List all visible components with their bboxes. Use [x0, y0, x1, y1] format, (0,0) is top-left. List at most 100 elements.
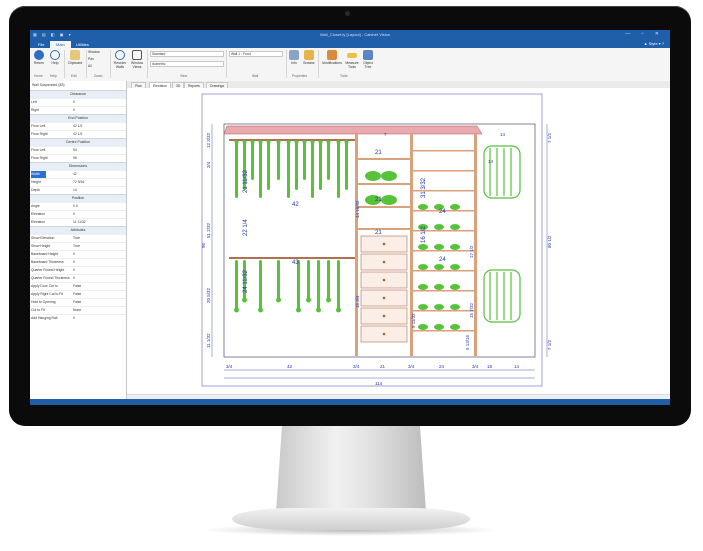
tab-file[interactable]: File: [32, 41, 50, 48]
panel-section-header[interactable]: End Position: [30, 114, 126, 122]
panel-section-header[interactable]: Position: [30, 194, 126, 202]
drawer-knob: [382, 314, 386, 318]
panel-section-header[interactable]: Centre Position: [30, 138, 126, 146]
quick-access-toolbar[interactable]: ▦ ▤ ◧ ▣ ▾: [33, 32, 73, 37]
object-tree-label: Object Tree: [363, 61, 373, 69]
property-value[interactable]: 0.0: [73, 203, 78, 210]
property-value[interactable]: 42 1/2: [73, 131, 82, 138]
help-button[interactable]: Help: [48, 50, 62, 65]
garment: [327, 142, 330, 180]
dim-text: 3/4: [206, 161, 211, 168]
property-row[interactable]: Hold to Opening False: [30, 298, 126, 306]
property-value[interactable]: 0: [73, 267, 75, 274]
property-row[interactable]: Add Hanging Rail 0: [30, 314, 126, 322]
property-value[interactable]: 11 11/32: [73, 219, 86, 226]
property-value[interactable]: 0: [73, 275, 75, 282]
property-value[interactable]: 0: [73, 99, 75, 106]
dim-text: 80 1/2: [547, 235, 552, 248]
property-row[interactable]: Cut to Fit None: [30, 306, 126, 314]
hanger-hook: [250, 140, 255, 144]
measure-tools-button[interactable]: Measure Tools: [344, 50, 360, 69]
property-row[interactable]: Quarter Round Thickness 0: [30, 274, 126, 282]
property-value[interactable]: False: [73, 291, 81, 298]
property-value[interactable]: None: [73, 307, 81, 314]
panel-section-header[interactable]: Dimensions: [30, 162, 126, 170]
zoom-all-button[interactable]: All: [88, 64, 92, 68]
garment: [337, 260, 340, 310]
property-row[interactable]: Floor Left 42 1/2: [30, 122, 126, 130]
property-row[interactable]: Quarter Round Height 0: [30, 266, 126, 274]
property-value[interactable]: False: [73, 299, 81, 306]
object-tree-button[interactable]: Object Tree: [361, 50, 375, 69]
property-row[interactable]: Floor Right 96: [30, 154, 126, 162]
property-value[interactable]: 14: [73, 187, 77, 194]
drawer-knob: [382, 332, 386, 336]
window-views-button[interactable]: Window Views: [129, 50, 145, 69]
modifications-button[interactable]: Modifications: [321, 50, 343, 65]
shelf: [413, 310, 474, 312]
shoe: [434, 264, 444, 270]
property-value[interactable]: 54: [73, 147, 77, 154]
property-value[interactable]: 0: [73, 259, 75, 266]
group-tools: Tools: [340, 74, 348, 78]
group-wall: Wall: [252, 74, 259, 78]
property-value[interactable]: 72 9/16: [73, 179, 84, 186]
property-value[interactable]: 42: [73, 171, 77, 178]
property-value[interactable]: 0: [73, 315, 75, 322]
zoom-pan-button[interactable]: Pan: [88, 57, 94, 61]
property-row[interactable]: Show Height True: [30, 242, 126, 250]
clipboard-button[interactable]: Clipboard: [66, 50, 84, 65]
style-select[interactable]: Standard: [150, 51, 224, 57]
return-button[interactable]: Return: [32, 50, 46, 65]
property-value[interactable]: 0: [73, 107, 75, 114]
property-row[interactable]: Right 0: [30, 106, 126, 114]
property-row[interactable]: Baseboard Thickness 0: [30, 258, 126, 266]
property-row[interactable]: Left 0: [30, 98, 126, 106]
panel-section-header[interactable]: Attributes: [30, 226, 126, 234]
property-row[interactable]: Elevation 11 11/32: [30, 218, 126, 226]
property-row[interactable]: Elevation 0: [30, 210, 126, 218]
property-value[interactable]: False: [73, 283, 81, 290]
property-row[interactable]: Show Elevation True: [30, 234, 126, 242]
shelf: [413, 270, 474, 272]
property-row[interactable]: Apply Right Cut to Fit False: [30, 290, 126, 298]
info-button[interactable]: Info: [288, 50, 300, 65]
panel-section-header[interactable]: Clearance: [30, 90, 126, 98]
modifications-icon: [327, 50, 337, 60]
property-row[interactable]: Floor Right 42 1/2: [30, 130, 126, 138]
garment-end: [296, 307, 301, 313]
shelf: [413, 170, 474, 172]
property-row[interactable]: Floor Left 54: [30, 146, 126, 154]
view-select[interactable]: Isometric: [150, 61, 224, 67]
property-row[interactable]: Angle 0.0: [30, 202, 126, 210]
property-name: Elevation: [31, 220, 45, 224]
elevation-canvas[interactable]: 3/4 42 3/4 21 3/4 24 3/4 18 14 114 12 3/…: [127, 88, 670, 394]
property-value[interactable]: 42 1/2: [73, 123, 82, 130]
browse-button[interactable]: Browse: [302, 50, 316, 65]
window-controls[interactable]: — ▫ ✕: [625, 31, 664, 37]
group-edit: Edit: [71, 74, 77, 78]
dim-text: 3/4: [353, 364, 360, 369]
measure-label: Measure Tools: [345, 61, 359, 69]
property-row[interactable]: Apply Door Cut to False: [30, 282, 126, 290]
hanger-hook: [318, 140, 323, 144]
tab-main[interactable]: Main: [50, 41, 71, 48]
wall-select[interactable]: Wall 1 - Front: [229, 51, 283, 57]
property-row[interactable]: Baseboard Height 0: [30, 250, 126, 258]
property-row[interactable]: Width 42: [30, 170, 126, 178]
property-value[interactable]: 0: [73, 251, 75, 258]
property-value[interactable]: True: [73, 235, 80, 242]
reorder-walls-button[interactable]: Reorder Walls: [112, 50, 128, 69]
hanger-hook: [276, 140, 281, 144]
shoe: [434, 224, 444, 230]
style-help-menu[interactable]: ▲ Style ▾ ?: [644, 41, 664, 46]
section-label: 24: [439, 209, 446, 215]
property-value[interactable]: 96: [73, 155, 77, 162]
property-value[interactable]: True: [73, 243, 80, 250]
properties-panel: Wall Suspended (83) Clearance Left 0 Right 0…: [30, 81, 127, 405]
zoom-window-button[interactable]: Window: [88, 50, 100, 54]
property-value[interactable]: 0: [73, 211, 75, 218]
property-row[interactable]: Height 72 9/16: [30, 178, 126, 186]
property-row[interactable]: Depth 14: [30, 186, 126, 194]
tab-utilities[interactable]: Utilities: [70, 41, 95, 48]
